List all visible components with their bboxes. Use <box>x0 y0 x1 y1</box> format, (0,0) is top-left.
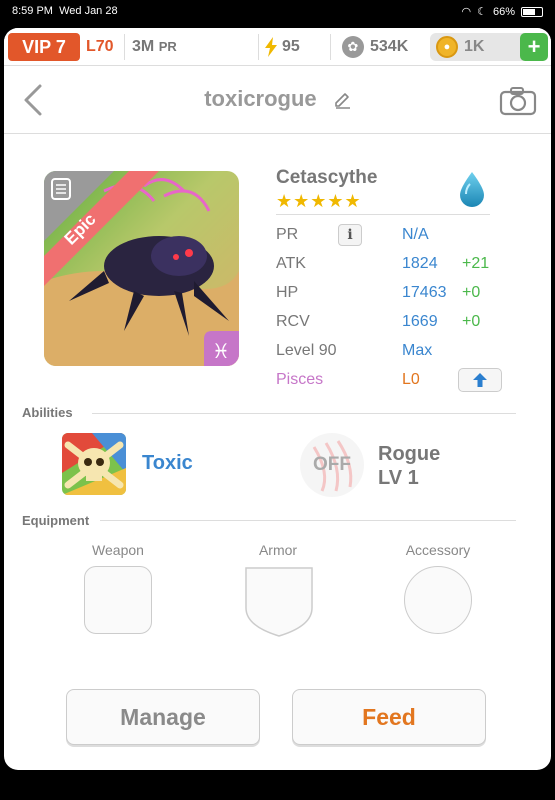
equipment-header: Equipment <box>22 513 90 528</box>
stat-label-level: Level 90 <box>276 342 337 359</box>
stat-value-atk: 1824 <box>402 255 438 272</box>
wifi-icon: ◠ <box>461 6 472 18</box>
lightning-icon <box>265 37 277 57</box>
energy-value: 95 <box>282 38 300 55</box>
stat-label-atk: ATK <box>276 255 306 272</box>
abilities-header: Abilities <box>22 405 73 420</box>
arrow-up-icon <box>473 373 487 387</box>
edit-pencil-icon[interactable] <box>333 91 351 109</box>
feed-button[interactable]: Feed <box>292 689 486 745</box>
page-title: toxicrogue <box>4 86 551 112</box>
zodiac-upgrade-button[interactable] <box>458 368 502 392</box>
armor-slot[interactable] <box>244 564 314 638</box>
coin-icon: ● <box>436 36 458 58</box>
stat-value-hp: 17463 <box>402 284 447 301</box>
divider <box>258 34 259 60</box>
stat-value-level: Max <box>402 342 433 359</box>
divider <box>124 34 125 60</box>
rogue-level: LV 1 <box>378 467 419 489</box>
app-window: VIP 7 L70 3M PR 95 ✿ 534K ● 1K + toxicro… <box>4 28 551 770</box>
toxic-ability-icon[interactable] <box>62 433 126 495</box>
stat-value-rcv: 1669 <box>402 313 438 330</box>
ability-rogue-label[interactable]: Rogue LV 1 <box>378 442 440 490</box>
weapon-label: Weapon <box>92 542 144 558</box>
weapon-slot[interactable] <box>84 566 152 634</box>
rogue-ability-icon[interactable]: OFF <box>300 433 364 497</box>
monster-image: Epic ♓ <box>44 171 239 366</box>
player-name: toxicrogue <box>204 86 317 111</box>
stat-label-pr: PR <box>276 226 299 243</box>
ability-toxic-label[interactable]: Toxic <box>142 452 193 475</box>
zodiac-label: Pisces <box>276 371 324 388</box>
monster-portrait[interactable]: Epic ♓ <box>44 171 239 366</box>
skull-icon <box>62 433 126 495</box>
moon-icon: ☾ <box>477 6 487 18</box>
monster-name: Cetascythe <box>276 167 378 188</box>
water-element-icon <box>460 172 484 207</box>
player-pr: 3M PR <box>132 38 177 55</box>
manage-button[interactable]: Manage <box>66 689 260 745</box>
ability-off-label: OFF <box>313 454 351 475</box>
stat-bonus-rcv: +0 <box>462 313 481 330</box>
add-coins-button[interactable]: + <box>520 33 548 61</box>
rogue-name: Rogue <box>378 443 441 465</box>
accessory-slot[interactable] <box>404 566 472 634</box>
paw-counter[interactable]: ✿ 534K <box>342 36 408 58</box>
coin-value: 1K <box>464 38 485 55</box>
vip-badge[interactable]: VIP 7 <box>8 33 80 61</box>
coin-counter[interactable]: ● 1K + <box>430 33 548 61</box>
stat-label-rcv: RCV <box>276 313 310 330</box>
divider <box>330 34 331 60</box>
zodiac-level: L0 <box>402 371 420 388</box>
battery-percent: 66% <box>492 5 515 18</box>
resource-bar: VIP 7 L70 3M PR 95 ✿ 534K ● 1K + <box>4 28 551 66</box>
stat-bonus-atk: +21 <box>462 255 490 272</box>
battery-icon <box>521 6 543 17</box>
pr-info-button[interactable]: i <box>338 224 362 246</box>
accessory-label: Accessory <box>405 542 471 558</box>
stat-value-pr: N/A <box>402 226 429 243</box>
stat-bonus-hp: +0 <box>462 284 481 301</box>
nav-bar: toxicrogue <box>4 66 551 134</box>
star-rating: ★★★★★ <box>276 191 362 211</box>
status-right: ◠ ☾ 66% <box>461 5 543 18</box>
status-time: 8:59 PM Wed Jan 28 <box>12 5 118 17</box>
divider <box>100 520 516 521</box>
status-bar: 8:59 PM Wed Jan 28 ◠ ☾ 66% <box>0 0 555 22</box>
player-level: L70 <box>86 38 114 55</box>
divider <box>92 413 516 414</box>
camera-icon[interactable] <box>499 86 537 116</box>
divider <box>276 214 490 215</box>
pisces-icon: ♓ <box>212 339 230 363</box>
energy-counter[interactable]: 95 <box>264 37 300 57</box>
paw-icon: ✿ <box>342 36 364 58</box>
paw-value: 534K <box>370 38 409 55</box>
stat-label-hp: HP <box>276 284 299 301</box>
armor-label: Armor <box>258 542 298 558</box>
